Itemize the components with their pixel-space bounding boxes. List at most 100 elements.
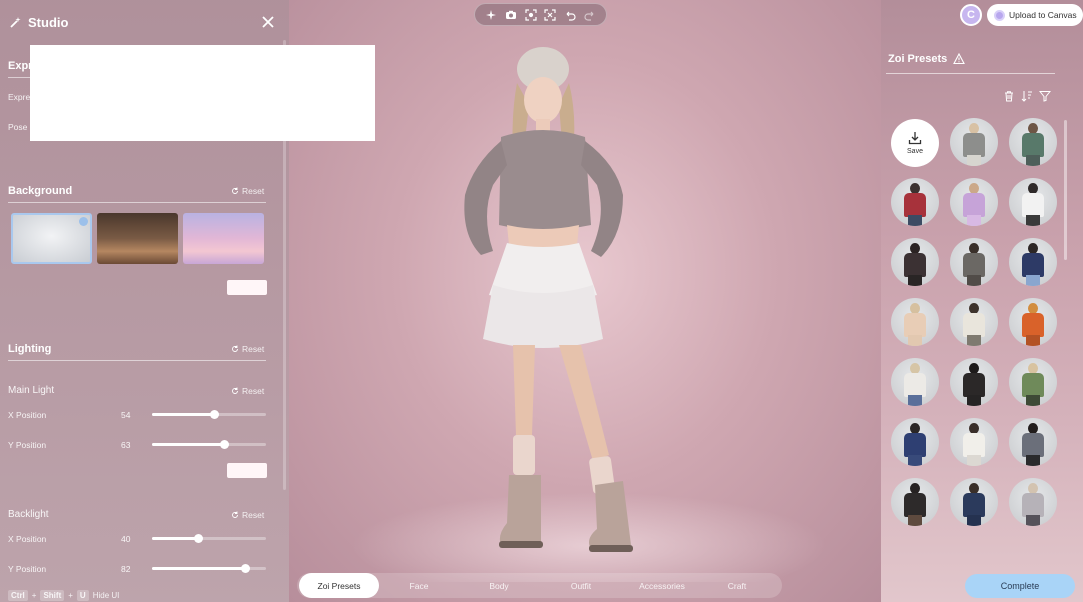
preset-item[interactable]: [891, 178, 939, 226]
tab-outfit[interactable]: Outfit: [541, 573, 621, 598]
main-light-y-label: Y Position: [8, 440, 47, 450]
key-u: U: [76, 590, 89, 601]
trash-icon[interactable]: [1003, 89, 1015, 102]
preset-item[interactable]: [1009, 478, 1057, 526]
redo-icon[interactable]: [582, 7, 598, 23]
preset-item[interactable]: [891, 358, 939, 406]
magic-wand-icon: [10, 16, 21, 28]
canvas-icon: [994, 9, 1005, 21]
character-viewport[interactable]: [289, 0, 881, 602]
camera-icon[interactable]: [503, 7, 519, 23]
preset-item[interactable]: [1009, 298, 1057, 346]
profile-avatar[interactable]: C: [960, 4, 982, 26]
preset-item[interactable]: [950, 298, 998, 346]
upload-to-canvas-button[interactable]: Upload to Canvas: [987, 4, 1083, 26]
frame-icon[interactable]: [523, 7, 539, 23]
category-tabs: Zoi Presets Face Body Outfit Accessories…: [297, 573, 782, 598]
preset-item[interactable]: [950, 478, 998, 526]
save-preset-button[interactable]: Save: [891, 119, 939, 167]
backlight-x-slider[interactable]: [152, 534, 266, 543]
tab-body[interactable]: Body: [459, 573, 539, 598]
section-divider: [886, 73, 1055, 74]
background-section-title: Background: [8, 185, 73, 197]
slider-knob[interactable]: [219, 440, 229, 449]
main-light-y-value: 63: [121, 440, 131, 450]
reset-label: Reset: [242, 386, 265, 396]
main-light-y-slider[interactable]: [152, 440, 266, 449]
preset-item[interactable]: [950, 238, 998, 286]
preset-item[interactable]: [891, 238, 939, 286]
expression-section-title: Expr: [8, 60, 33, 72]
presets-scrollbar[interactable]: [1064, 120, 1067, 260]
studio-header: Studio: [9, 12, 68, 32]
filter-icon[interactable]: [1038, 89, 1052, 102]
main-light-x-value: 54: [121, 410, 131, 420]
section-divider: [8, 202, 266, 203]
preset-item[interactable]: [1009, 358, 1057, 406]
background-reset-button[interactable]: Reset: [231, 186, 264, 196]
backlight-y-slider[interactable]: [152, 564, 266, 573]
preset-item[interactable]: [950, 178, 998, 226]
tab-accessories[interactable]: Accessories: [622, 573, 702, 598]
preset-item[interactable]: [1009, 418, 1057, 466]
preset-tools: [1003, 89, 1052, 102]
main-light-title: Main Light: [8, 385, 55, 396]
avatar-character[interactable]: [451, 45, 661, 555]
reset-label: Reset: [242, 186, 265, 196]
backlight-y-value: 82: [121, 564, 131, 574]
preset-item[interactable]: [891, 298, 939, 346]
preset-item[interactable]: [1009, 118, 1057, 166]
tab-craft[interactable]: Craft: [697, 573, 777, 598]
backlight-y-label: Y Position: [8, 564, 47, 574]
preset-item[interactable]: [891, 478, 939, 526]
slider-knob[interactable]: [241, 564, 251, 573]
slider-knob[interactable]: [209, 410, 219, 419]
undo-icon[interactable]: [562, 7, 578, 23]
backlight-x-label: X Position: [8, 534, 47, 544]
warning-icon[interactable]: [953, 53, 966, 65]
key-plus: +: [31, 591, 37, 600]
lighting-reset-button[interactable]: Reset: [231, 344, 264, 354]
selected-check-icon: [79, 217, 88, 226]
slider-fill: [152, 567, 246, 570]
backlight-x-value: 40: [121, 534, 131, 544]
reset-icon: [232, 187, 238, 194]
expression-row-label: Expre: [8, 92, 31, 102]
preset-item[interactable]: [950, 358, 998, 406]
background-color-swatch[interactable]: [227, 280, 267, 295]
key-shift: Shift: [40, 590, 65, 601]
preset-item[interactable]: [1009, 178, 1057, 226]
reset-label: Reset: [242, 344, 265, 354]
reset-icon: [232, 387, 238, 394]
zoi-presets-header: Zoi Presets: [888, 53, 966, 65]
preset-item[interactable]: [891, 418, 939, 466]
magic-sparkle-icon[interactable]: [483, 7, 499, 23]
save-label: Save: [907, 148, 923, 155]
close-icon[interactable]: [259, 13, 277, 31]
preset-item[interactable]: [950, 118, 998, 166]
slider-fill: [152, 413, 214, 416]
main-light-x-label: X Position: [8, 410, 47, 420]
hide-ui-label: Hide UI: [92, 591, 120, 600]
key-ctrl: Ctrl: [8, 590, 28, 601]
lighting-section-title: Lighting: [8, 343, 52, 355]
main-light-x-slider[interactable]: [152, 410, 266, 419]
preset-item[interactable]: [1009, 238, 1057, 286]
slider-knob[interactable]: [193, 534, 203, 543]
focus-icon[interactable]: [542, 7, 558, 23]
key-plus: +: [68, 591, 73, 600]
preset-item[interactable]: [950, 418, 998, 466]
complete-button[interactable]: Complete: [965, 574, 1075, 598]
background-thumb-studio[interactable]: [11, 213, 92, 264]
background-thumb-room[interactable]: [97, 213, 178, 264]
tab-face[interactable]: Face: [379, 573, 459, 598]
sort-icon[interactable]: [1021, 89, 1033, 102]
backlight-reset-button[interactable]: Reset: [231, 510, 264, 520]
tab-zoi-presets[interactable]: Zoi Presets: [299, 573, 379, 598]
main-light-color-swatch[interactable]: [227, 463, 267, 478]
slider-fill: [152, 537, 198, 540]
zoi-presets-title: Zoi Presets: [888, 53, 948, 65]
background-thumb-clouds[interactable]: [183, 213, 264, 264]
main-light-reset-button[interactable]: Reset: [231, 386, 264, 396]
viewport-toolbar: [474, 3, 607, 26]
